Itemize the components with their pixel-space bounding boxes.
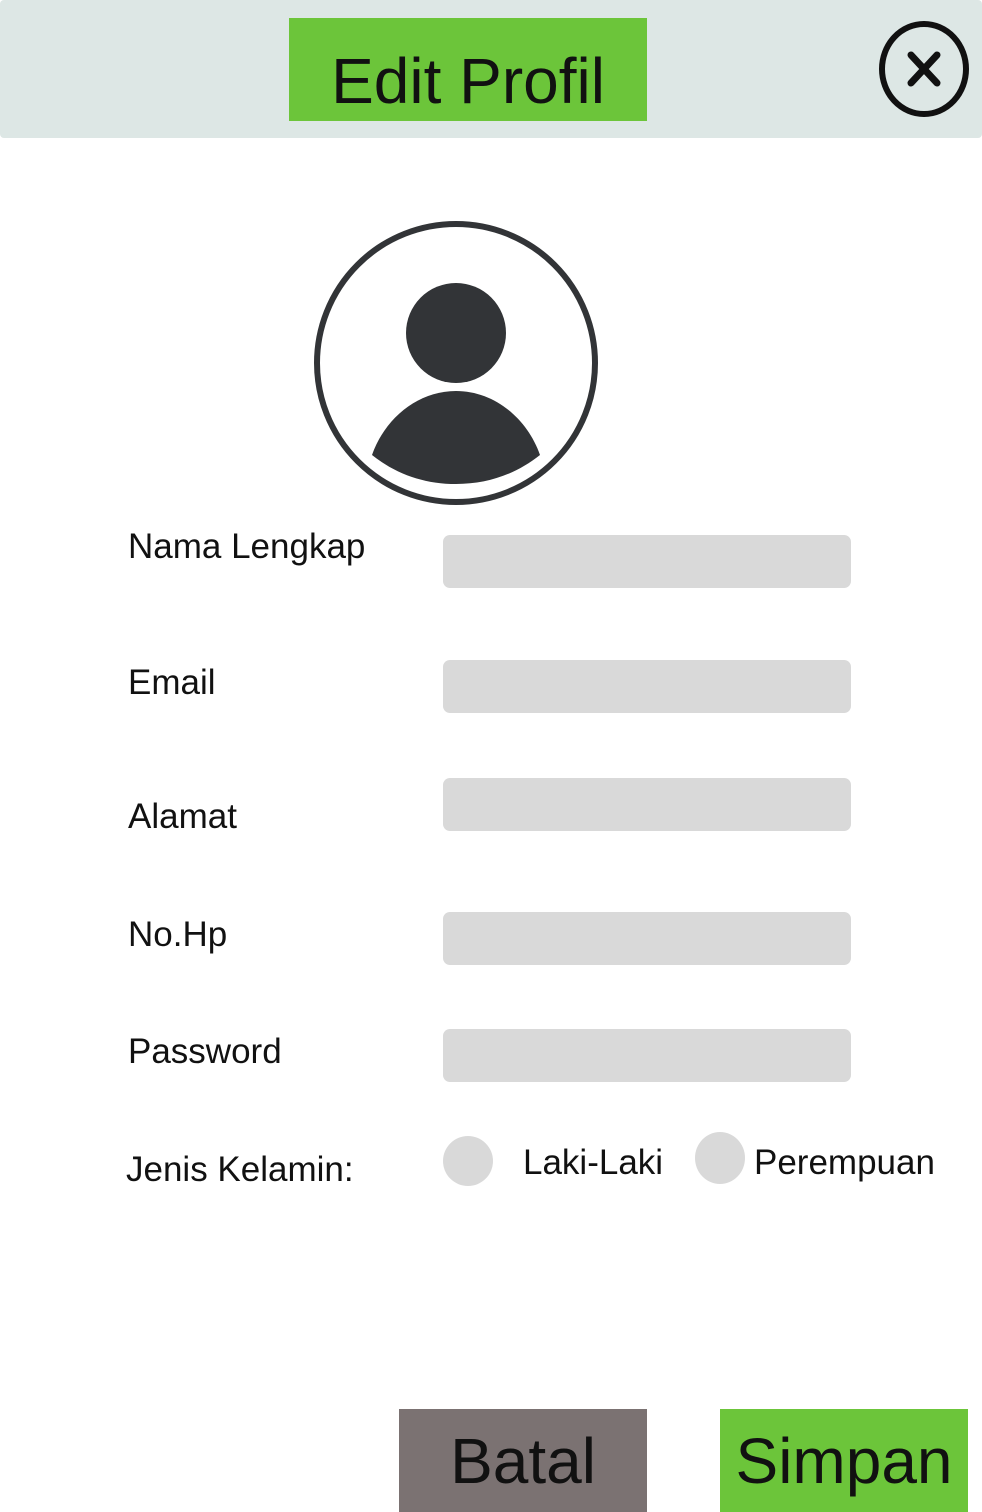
label-email: Email [128, 663, 216, 702]
nama-lengkap-input[interactable] [443, 535, 851, 588]
close-button[interactable] [878, 20, 970, 118]
user-avatar-icon [314, 221, 598, 505]
radio-perempuan[interactable] [695, 1132, 745, 1184]
cancel-button[interactable]: Batal [399, 1409, 647, 1512]
header-bar: Edit Profil [0, 0, 982, 138]
no-hp-input[interactable] [443, 912, 851, 965]
radio-label-perempuan: Perempuan [754, 1143, 935, 1182]
radio-label-laki-laki: Laki-Laki [523, 1143, 664, 1182]
alamat-input[interactable] [443, 778, 851, 831]
password-input[interactable] [443, 1029, 851, 1082]
title-banner: Edit Profil [289, 18, 647, 121]
email-input[interactable] [443, 660, 851, 713]
label-nama-lengkap: Nama Lengkap [128, 527, 366, 566]
close-icon [879, 21, 969, 117]
save-button-label: Simpan [735, 1424, 953, 1497]
label-password: Password [128, 1032, 282, 1071]
cancel-button-label: Batal [450, 1424, 596, 1497]
label-jenis-kelamin: Jenis Kelamin: [126, 1150, 354, 1189]
profile-avatar[interactable] [313, 220, 599, 506]
label-alamat: Alamat [128, 797, 237, 836]
save-button[interactable]: Simpan [720, 1409, 968, 1512]
radio-laki-laki[interactable] [443, 1136, 493, 1186]
label-no-hp: No.Hp [128, 915, 228, 954]
page-title: Edit Profil [331, 44, 605, 117]
